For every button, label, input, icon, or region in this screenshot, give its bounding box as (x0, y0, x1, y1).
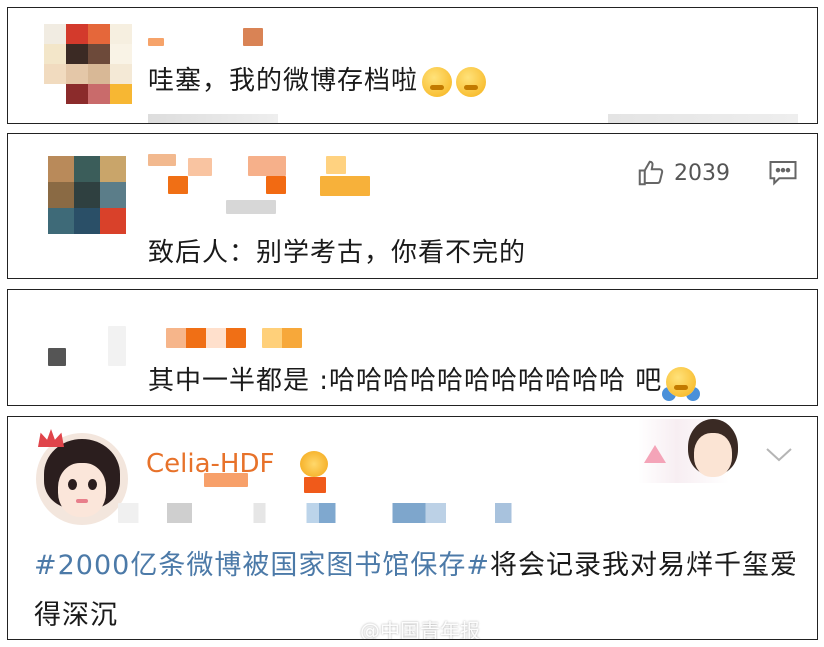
comment-text: 哇塞，我的微博存档啦 (148, 60, 487, 97)
comment-card-2: 2039 致后人：别学考古，你看不完的 (7, 133, 818, 279)
sticker-image (638, 419, 768, 483)
comment-button[interactable] (768, 158, 798, 190)
crown-badge-icon (300, 451, 328, 477)
meta-blur (226, 200, 276, 214)
watermark: @中国青年报 (326, 615, 480, 639)
thumbs-up-icon (638, 160, 664, 186)
comment-card-3: 其中一半都是 :哈哈哈哈哈哈哈哈哈哈哈 吧 (7, 289, 818, 406)
username-blur (248, 156, 286, 176)
username-blur (166, 328, 246, 348)
username-blur (188, 158, 212, 176)
username-blur (320, 176, 370, 196)
chevron-down-icon[interactable] (765, 447, 793, 463)
avatar-blur[interactable] (48, 348, 66, 366)
comment-icon (769, 161, 797, 186)
comment-text: 致后人：别学考古，你看不完的 (148, 238, 527, 268)
grin-emoji-icon (456, 66, 487, 97)
shrug-emoji-icon (666, 366, 697, 397)
weibo-logo-icon (327, 620, 352, 639)
like-count: 2039 (674, 160, 730, 186)
meta-blur (304, 477, 326, 493)
grin-emoji-icon (422, 66, 453, 97)
avatar-blur (108, 326, 126, 366)
like-button[interactable]: 2039 (636, 158, 730, 188)
hashtag-link[interactable]: #2000亿条微博被国家图书馆保存# (34, 550, 490, 581)
username-blur (168, 176, 188, 194)
username-blur (266, 176, 286, 194)
username-blur (148, 154, 176, 166)
crown-badge-icon (38, 429, 64, 447)
action-icons-faint (608, 114, 798, 123)
avatar[interactable] (48, 156, 126, 234)
meta-blur (204, 473, 248, 487)
username-blur (262, 328, 302, 348)
timestamp-faint (148, 114, 278, 123)
meta-blur (118, 503, 528, 523)
comment-card-1: 哇塞，我的微博存档啦 (7, 7, 818, 124)
username-blur (148, 38, 164, 46)
username-blur (326, 156, 346, 174)
comment-text: 其中一半都是 :哈哈哈哈哈哈哈哈哈哈哈 吧 (148, 360, 697, 397)
comment-card-4: Celia-HDF #2000亿条微博被国家图书馆保存#将会记录我对易烊千玺爱得… (7, 416, 818, 640)
username-blur (243, 28, 263, 46)
avatar[interactable] (44, 24, 132, 104)
